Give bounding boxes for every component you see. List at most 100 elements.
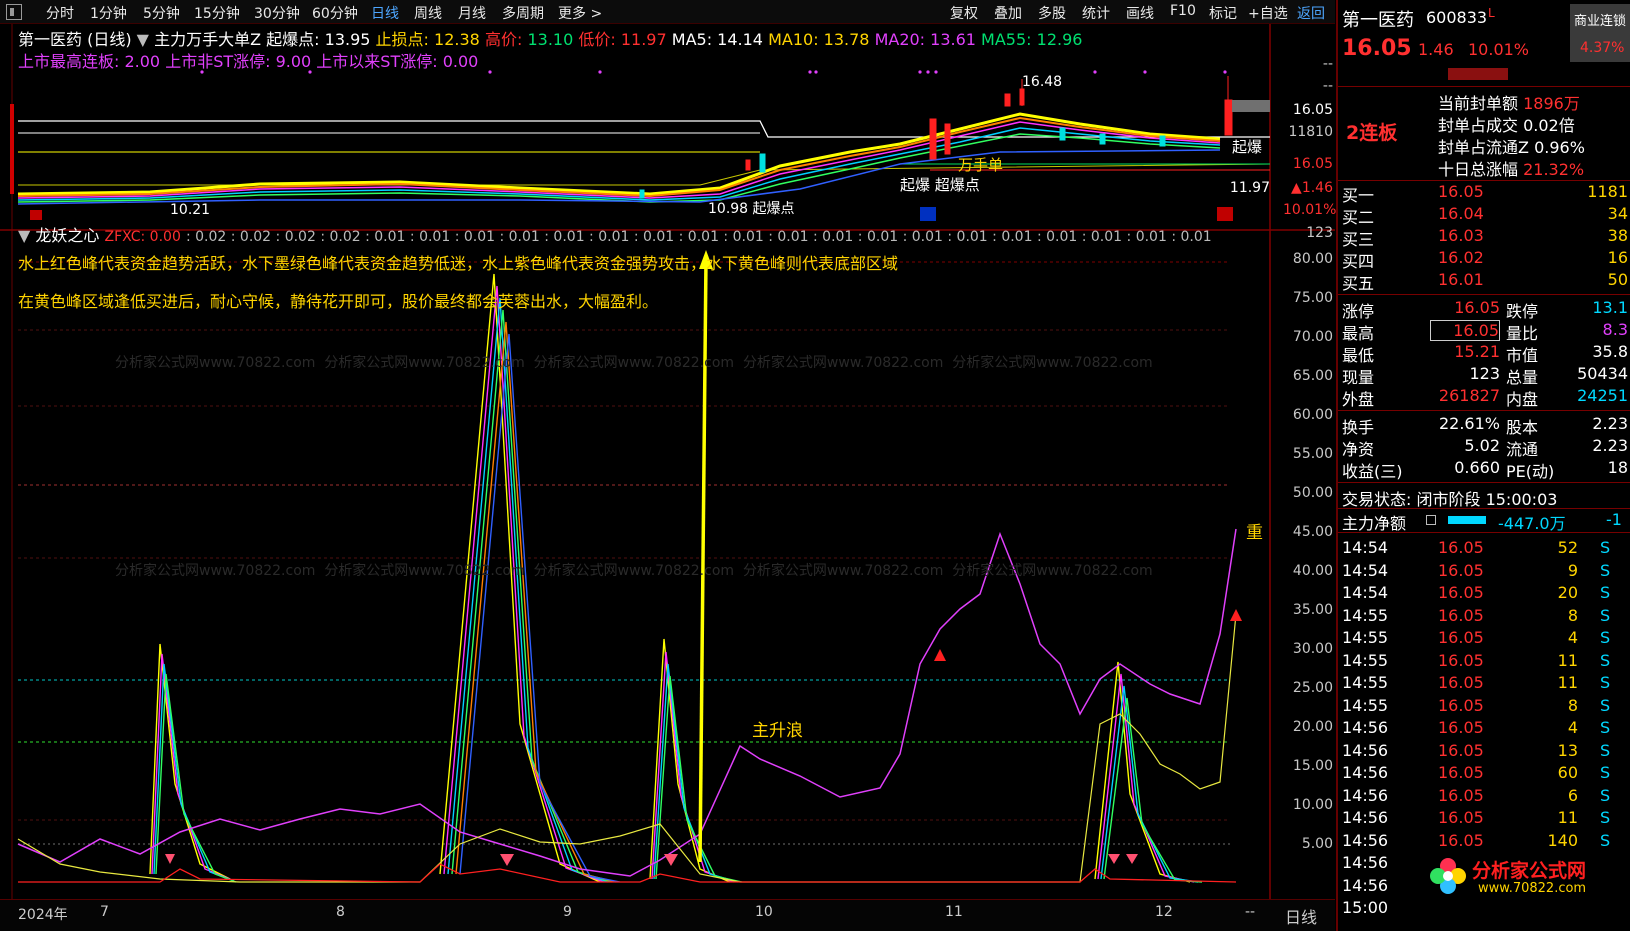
bid-price: 16.01 <box>1438 270 1484 289</box>
sector-pct: 4.37% <box>1580 40 1625 56</box>
net-flow-extra: -1 <box>1606 510 1622 529</box>
bid-volume: 1181 <box>1587 182 1628 201</box>
tab-multi-period[interactable]: 多周期 <box>502 3 544 23</box>
tick-side: S <box>1600 695 1611 715</box>
stat-label: 量比 <box>1506 324 1539 343</box>
stat-label: 内盘 <box>1506 390 1539 409</box>
price-change: 1.46 <box>1418 40 1454 59</box>
stop-label: 止损点: <box>375 30 429 49</box>
indicator-axis-label: 30.00 <box>1292 641 1333 657</box>
seal-row: 封单占流通Z 0.96% <box>1438 138 1585 157</box>
low-point-label: 10.21 <box>170 202 211 218</box>
bid-volume: 50 <box>1607 270 1628 289</box>
tick-time: 14:56 <box>1342 808 1389 827</box>
tick-price: 16.05 <box>1438 538 1484 557</box>
btn-restore-rights[interactable]: 复权 <box>950 3 978 23</box>
tick-time: 14:56 <box>1342 740 1389 760</box>
sector-name: 商业连锁 <box>1574 14 1627 29</box>
tick-side: S <box>1600 628 1611 647</box>
btn-f10[interactable]: F10 <box>1170 3 1196 19</box>
chart-title: 第一医药 (日线) <box>18 30 132 49</box>
indicator-desc-1: 水上红色峰代表资金趋势活跃，水下墨绿色峰代表资金趋势低迷，水上紫色峰代表资金强势… <box>18 254 899 273</box>
tab-more[interactable]: 更多 > <box>558 3 602 23</box>
btn-statistics[interactable]: 统计 <box>1082 3 1110 23</box>
stat-value: 18 <box>1607 458 1628 477</box>
net-flow-bar <box>1448 516 1486 524</box>
btn-overlay[interactable]: 叠加 <box>994 3 1022 23</box>
dropdown-icon[interactable]: ▼ <box>137 30 149 49</box>
period-label[interactable]: 日线 <box>1285 904 1317 928</box>
trading-app: 分时 1分钟 5分钟 15分钟 30分钟 60分钟 日线 周线 月线 多周期 更… <box>0 0 1630 931</box>
menu-icon[interactable] <box>1426 515 1436 525</box>
tab-weekly[interactable]: 周线 <box>414 3 442 23</box>
tick-time: 14:56 <box>1342 718 1389 737</box>
indicator-axis-label: 25.00 <box>1292 680 1333 696</box>
stat-value: 35.8 <box>1592 342 1628 361</box>
btn-add-watchlist[interactable]: +自选 <box>1248 3 1288 23</box>
tick-price: 16.05 <box>1438 695 1484 715</box>
tick-volume: 20 <box>1557 583 1578 602</box>
launch-point-label: 10.98 起爆点 <box>708 201 795 217</box>
tick-time: 14:56 <box>1342 853 1389 872</box>
stock-name: 第一医药 <box>1342 10 1414 31</box>
indicator-axis-label: 15.00 <box>1292 758 1333 774</box>
flower-logo-icon <box>1430 858 1466 894</box>
tick-time: 14:56 <box>1342 763 1389 782</box>
tab-5min[interactable]: 5分钟 <box>143 3 180 23</box>
tick-price: 16.05 <box>1438 808 1484 827</box>
chart-area[interactable]: 第一医药 (日线) ▼ 主力万手大单Z 起爆点: 13.95 止损点: 12.3… <box>0 24 1336 899</box>
stat-value: 15.21 <box>1454 342 1500 361</box>
panel-toggle-icon[interactable] <box>6 4 22 20</box>
tick-time: 14:55 <box>1342 673 1389 692</box>
stock-code: 600833 <box>1426 8 1488 27</box>
tick-row: 14:56 16.05 60 S <box>1338 763 1630 785</box>
tick-side: S <box>1600 763 1611 782</box>
stat-value: 0.660 <box>1454 458 1500 477</box>
tick-volume: 52 <box>1557 538 1578 557</box>
watermark: 分析家公式网www.70822.com 分析家公式网www.70822.com … <box>115 355 1153 371</box>
expand-arrow-icon[interactable] <box>1448 68 1508 80</box>
btn-multi-stock[interactable]: 多股 <box>1038 3 1066 23</box>
tick-time: 14:56 <box>1342 875 1389 895</box>
stop-value: 12.38 <box>434 30 480 49</box>
tab-intraday[interactable]: 分时 <box>46 3 74 23</box>
month-label: 9 <box>563 904 572 920</box>
tick-row: 14:54 16.05 52 S <box>1338 538 1630 560</box>
tick-side: S <box>1600 650 1611 670</box>
tab-daily[interactable]: 日线 <box>371 3 399 23</box>
tab-30min[interactable]: 30分钟 <box>254 3 300 23</box>
sector-badge[interactable]: 商业连锁 4.37% <box>1570 4 1630 62</box>
btn-draw-line[interactable]: 画线 <box>1126 3 1154 23</box>
high-value: 13.10 <box>527 30 574 49</box>
stat-value: 261827 <box>1438 386 1500 405</box>
tick-volume: 13 <box>1557 740 1578 760</box>
tab-60min[interactable]: 60分钟 <box>312 3 358 23</box>
net-flow-value: -447.0万 <box>1498 514 1566 533</box>
bid-volume: 34 <box>1607 204 1628 223</box>
tick-time: 14:55 <box>1342 650 1389 670</box>
low-label: 低价: <box>578 30 616 49</box>
indicator-axis-label: 45.00 <box>1292 524 1333 540</box>
btn-back[interactable]: 返回 <box>1297 3 1325 23</box>
tick-volume: 4 <box>1567 628 1578 647</box>
tab-monthly[interactable]: 月线 <box>458 3 486 23</box>
tick-side: S <box>1600 785 1611 805</box>
tab-15min[interactable]: 15分钟 <box>194 3 240 23</box>
tab-1min[interactable]: 1分钟 <box>90 3 127 23</box>
stat-label: 总量 <box>1506 368 1539 387</box>
stat-value: 123 <box>1469 364 1500 383</box>
indicator-axis-label: 35.00 <box>1292 602 1333 618</box>
tick-time: 14:56 <box>1342 785 1389 805</box>
stat-value: 13.1 <box>1592 298 1628 317</box>
stat-label: 现量 <box>1342 368 1375 387</box>
big-order-label: 万手单 <box>958 156 1004 174</box>
tick-price: 16.05 <box>1438 605 1484 625</box>
stat-value: 50434 <box>1577 364 1628 383</box>
dropdown-icon[interactable]: ▼ <box>18 226 30 245</box>
tick-side: S <box>1600 830 1611 850</box>
last-price: 16.05 <box>1342 36 1412 61</box>
tick-price: 16.05 <box>1438 560 1484 580</box>
btn-mark[interactable]: 标记 <box>1209 3 1237 23</box>
limit-streak: 2连板 <box>1346 122 1398 144</box>
tick-time: 14:54 <box>1342 560 1389 580</box>
